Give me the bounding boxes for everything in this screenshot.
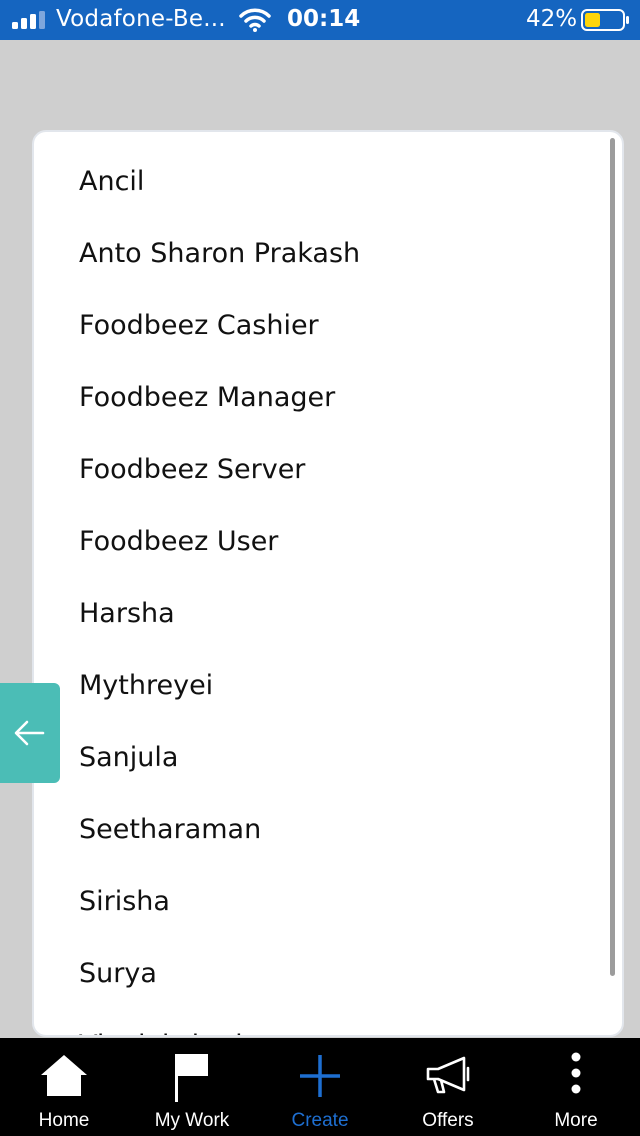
carrier-name: Vodafone-Be... [56, 6, 226, 32]
clock-time: 00:14 [287, 6, 361, 32]
screen: Vodafone-Be... 00:14 42% Ancil Anto Shar… [0, 0, 640, 1136]
list-item[interactable]: Mythreyei [34, 650, 622, 722]
nav-offers-label: Offers [422, 1110, 474, 1131]
nav-offers[interactable]: Offers [384, 1038, 512, 1136]
more-vertical-icon [571, 1052, 581, 1094]
list-item[interactable]: Foodbeez Server [34, 434, 622, 506]
list-scrollbar[interactable] [610, 138, 615, 976]
bottom-nav: Home My Work Create Offers More [0, 1038, 640, 1136]
list-item[interactable]: Ancil [34, 146, 622, 218]
list-item[interactable]: Sanjula [34, 722, 622, 794]
nav-my-work[interactable]: My Work [128, 1038, 256, 1136]
nav-create-label: Create [291, 1110, 349, 1131]
battery-percent: 42% [526, 6, 578, 32]
nav-my-work-label: My Work [154, 1110, 230, 1131]
arrow-left-icon [14, 720, 45, 746]
list-item[interactable]: Seetharaman [34, 794, 622, 866]
back-tab-button[interactable] [0, 683, 60, 783]
list-item[interactable]: Harsha [34, 578, 622, 650]
home-icon [41, 1055, 87, 1096]
status-bar: Vodafone-Be... 00:14 42% [0, 0, 640, 40]
nav-create[interactable]: Create [256, 1038, 384, 1136]
user-list: Ancil Anto Sharon Prakash Foodbeez Cashi… [34, 146, 622, 1035]
list-item[interactable]: Anto Sharon Prakash [34, 218, 622, 290]
user-picker-list[interactable]: Ancil Anto Sharon Prakash Foodbeez Cashi… [32, 130, 624, 1037]
list-item[interactable]: Foodbeez Cashier [34, 290, 622, 362]
battery-icon [581, 9, 629, 31]
nav-home[interactable]: Home [0, 1038, 128, 1136]
nav-more-label: More [554, 1110, 598, 1131]
list-item[interactable]: Foodbeez Manager [34, 362, 622, 434]
nav-more[interactable]: More [512, 1038, 640, 1136]
list-item[interactable]: Vinolakshmi [34, 1010, 622, 1035]
flag-icon [175, 1054, 208, 1102]
list-item[interactable]: Sirisha [34, 866, 622, 938]
list-item[interactable]: Foodbeez User [34, 506, 622, 578]
list-item[interactable]: Surya [34, 938, 622, 1010]
nav-home-label: Home [38, 1110, 90, 1131]
plus-icon [300, 1055, 340, 1097]
megaphone-icon [426, 1056, 470, 1094]
cellular-signal-icon [12, 11, 45, 29]
wifi-icon [239, 8, 271, 32]
